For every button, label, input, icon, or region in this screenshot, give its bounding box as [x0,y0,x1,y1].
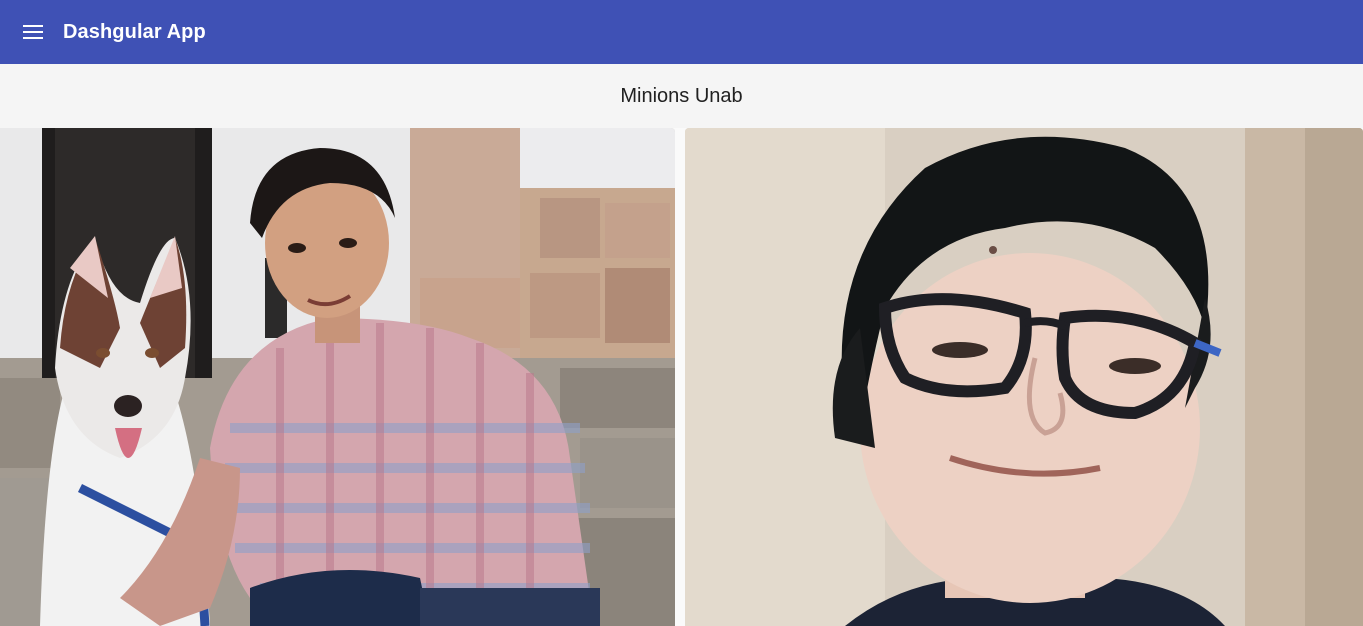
photo-person-with-glasses [685,128,1363,626]
photo-card-2[interactable] [685,128,1363,626]
page-header: Minions Unab [0,64,1363,128]
photo-man-with-dog [0,128,675,626]
app-toolbar: Dashgular App [0,0,1363,64]
page-title: Minions Unab [620,84,743,107]
photo-card-1[interactable] [0,128,675,626]
photo-grid [0,128,1363,626]
menu-icon [23,25,43,39]
menu-button[interactable] [13,12,53,52]
app-title: Dashgular App [63,20,206,43]
